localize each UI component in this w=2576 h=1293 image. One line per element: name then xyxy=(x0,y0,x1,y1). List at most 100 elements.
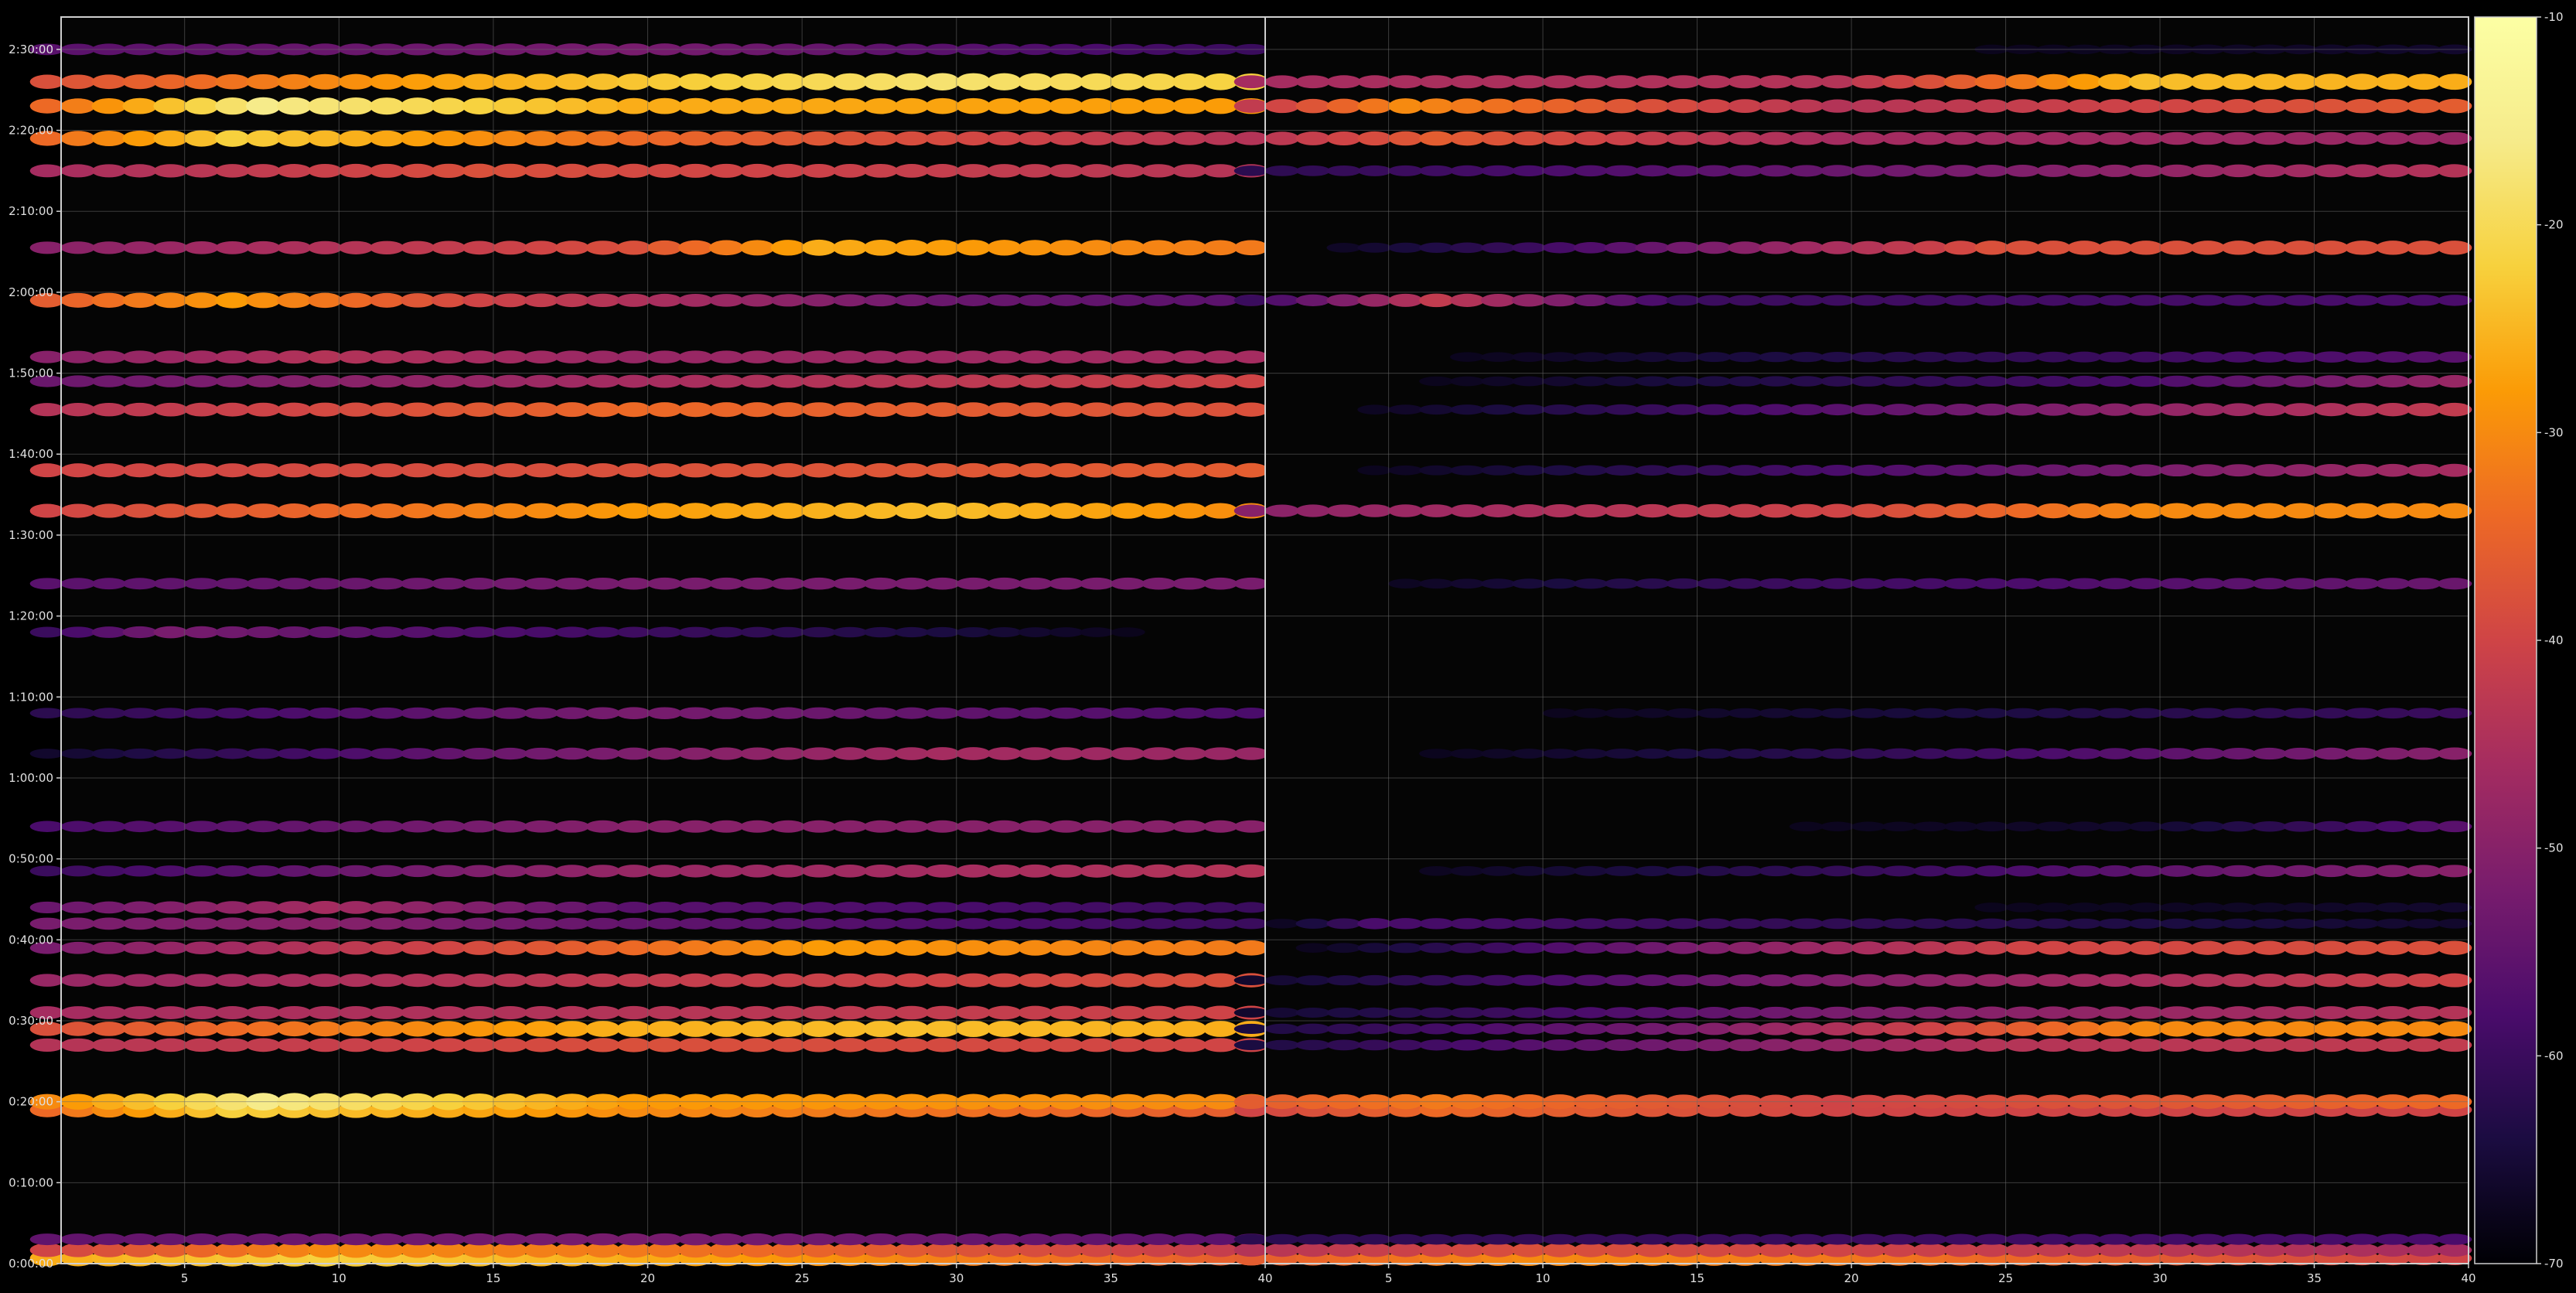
heat-cell xyxy=(2005,464,2040,476)
heat-cell xyxy=(1419,578,1454,589)
heat-cell xyxy=(369,1233,404,1246)
heat-cell xyxy=(277,748,312,759)
heat-cell xyxy=(1480,98,1516,114)
heat-cell xyxy=(956,1038,991,1052)
heat-cell xyxy=(1326,294,1362,307)
heat-cell xyxy=(1789,404,1824,416)
heat-cell xyxy=(246,708,281,719)
heat-cell xyxy=(987,374,1022,388)
heat-cell xyxy=(1233,708,1269,719)
heat-cell xyxy=(678,747,713,760)
heat-cell xyxy=(1882,131,1917,145)
heat-cell xyxy=(2314,747,2349,760)
heat-cell xyxy=(2283,940,2318,955)
heat-cell xyxy=(184,917,220,930)
heat-cell xyxy=(1912,404,1948,416)
heat-cell xyxy=(554,626,590,638)
heat-cell xyxy=(1974,974,2009,987)
heat-cell xyxy=(524,973,559,988)
heat-cell xyxy=(2005,241,2040,255)
heat-cell xyxy=(60,917,96,930)
heat-cell xyxy=(1573,1022,1609,1035)
heat-cell xyxy=(307,97,343,115)
heat-cell xyxy=(1882,974,1917,987)
heat-cell xyxy=(493,503,528,519)
heat-cell xyxy=(277,73,312,90)
heat-cell xyxy=(1666,748,1701,759)
heat-cell xyxy=(2252,1021,2288,1037)
heat-cell xyxy=(956,577,991,590)
heat-cell xyxy=(1697,99,1732,114)
heat-cell xyxy=(1882,865,1917,877)
heat-cell xyxy=(215,941,250,955)
heatmap-chart: 5 10 15 20 25 30 35 400:00:000:10:000:20:000:30… xyxy=(0,0,2576,1293)
heat-cell xyxy=(1233,504,1269,517)
heat-cell xyxy=(585,1233,621,1246)
heat-cell xyxy=(1697,941,1732,954)
heat-cell xyxy=(1203,402,1238,417)
heat-cell xyxy=(91,350,127,363)
heat-cell xyxy=(29,865,65,877)
heat-cell xyxy=(585,350,621,363)
heat-cell xyxy=(832,1005,868,1020)
heat-cell xyxy=(647,240,682,255)
heat-cell xyxy=(1635,98,1670,114)
heat-cell xyxy=(1851,865,1886,877)
heat-cell xyxy=(215,974,250,988)
heat-cell xyxy=(1943,99,1979,113)
heat-cell xyxy=(2190,1021,2226,1037)
heat-cell xyxy=(1264,1039,1300,1051)
heat-cell xyxy=(1789,351,1824,363)
heat-cell xyxy=(832,97,868,114)
heat-cell xyxy=(1851,974,1886,987)
heat-cell xyxy=(60,74,96,90)
heat-cell xyxy=(2190,164,2226,178)
heat-cell xyxy=(770,707,806,719)
heat-cell xyxy=(1233,131,1269,145)
x-tick-label: 40 xyxy=(2461,1271,2475,1285)
heat-cell xyxy=(1172,97,1207,114)
heat-cell xyxy=(338,707,374,719)
heat-cell xyxy=(1449,465,1485,476)
heat-cell xyxy=(1882,821,1917,832)
heat-cell xyxy=(1295,1039,1331,1051)
x-tick-label: 35 xyxy=(1104,1271,1118,1285)
heat-cell xyxy=(678,820,713,833)
heat-cell xyxy=(277,97,312,115)
heat-cell xyxy=(1697,1007,1732,1019)
heat-cell xyxy=(1851,1243,1886,1257)
heat-cell xyxy=(1141,164,1176,178)
heat-cell xyxy=(616,241,651,255)
heat-cell xyxy=(925,131,960,146)
heat-cell xyxy=(2159,351,2195,363)
heat-cell xyxy=(647,626,682,638)
heat-cell xyxy=(1419,376,1454,387)
heat-cell xyxy=(2190,918,2226,929)
heat-cell xyxy=(1604,165,1639,177)
heat-cell xyxy=(1018,940,1053,956)
heat-cell xyxy=(2066,865,2102,877)
heat-cell xyxy=(338,748,374,759)
heat-cell xyxy=(338,463,374,478)
heat-cell xyxy=(1635,131,1670,145)
heat-cell xyxy=(2437,747,2472,760)
heat-cell xyxy=(956,902,991,913)
heat-cell xyxy=(801,902,837,913)
heat-cell xyxy=(1820,918,1855,930)
heat-cell xyxy=(801,626,837,638)
heat-cell xyxy=(493,374,528,388)
heat-cell xyxy=(1203,577,1238,590)
heat-cell xyxy=(2252,375,2288,387)
heat-cell xyxy=(1697,1243,1732,1257)
heat-cell xyxy=(1882,748,1917,759)
heat-cell xyxy=(801,374,837,388)
heat-cell xyxy=(739,462,775,478)
heat-cell xyxy=(338,820,374,833)
heat-cell xyxy=(215,292,250,309)
heat-cell xyxy=(1728,404,1762,415)
heat-cell xyxy=(1203,294,1238,306)
heat-cell xyxy=(2159,1006,2195,1019)
heat-cell xyxy=(616,707,651,720)
y-tick-label: 0:40:00 xyxy=(9,933,53,947)
heat-cell xyxy=(369,917,404,930)
